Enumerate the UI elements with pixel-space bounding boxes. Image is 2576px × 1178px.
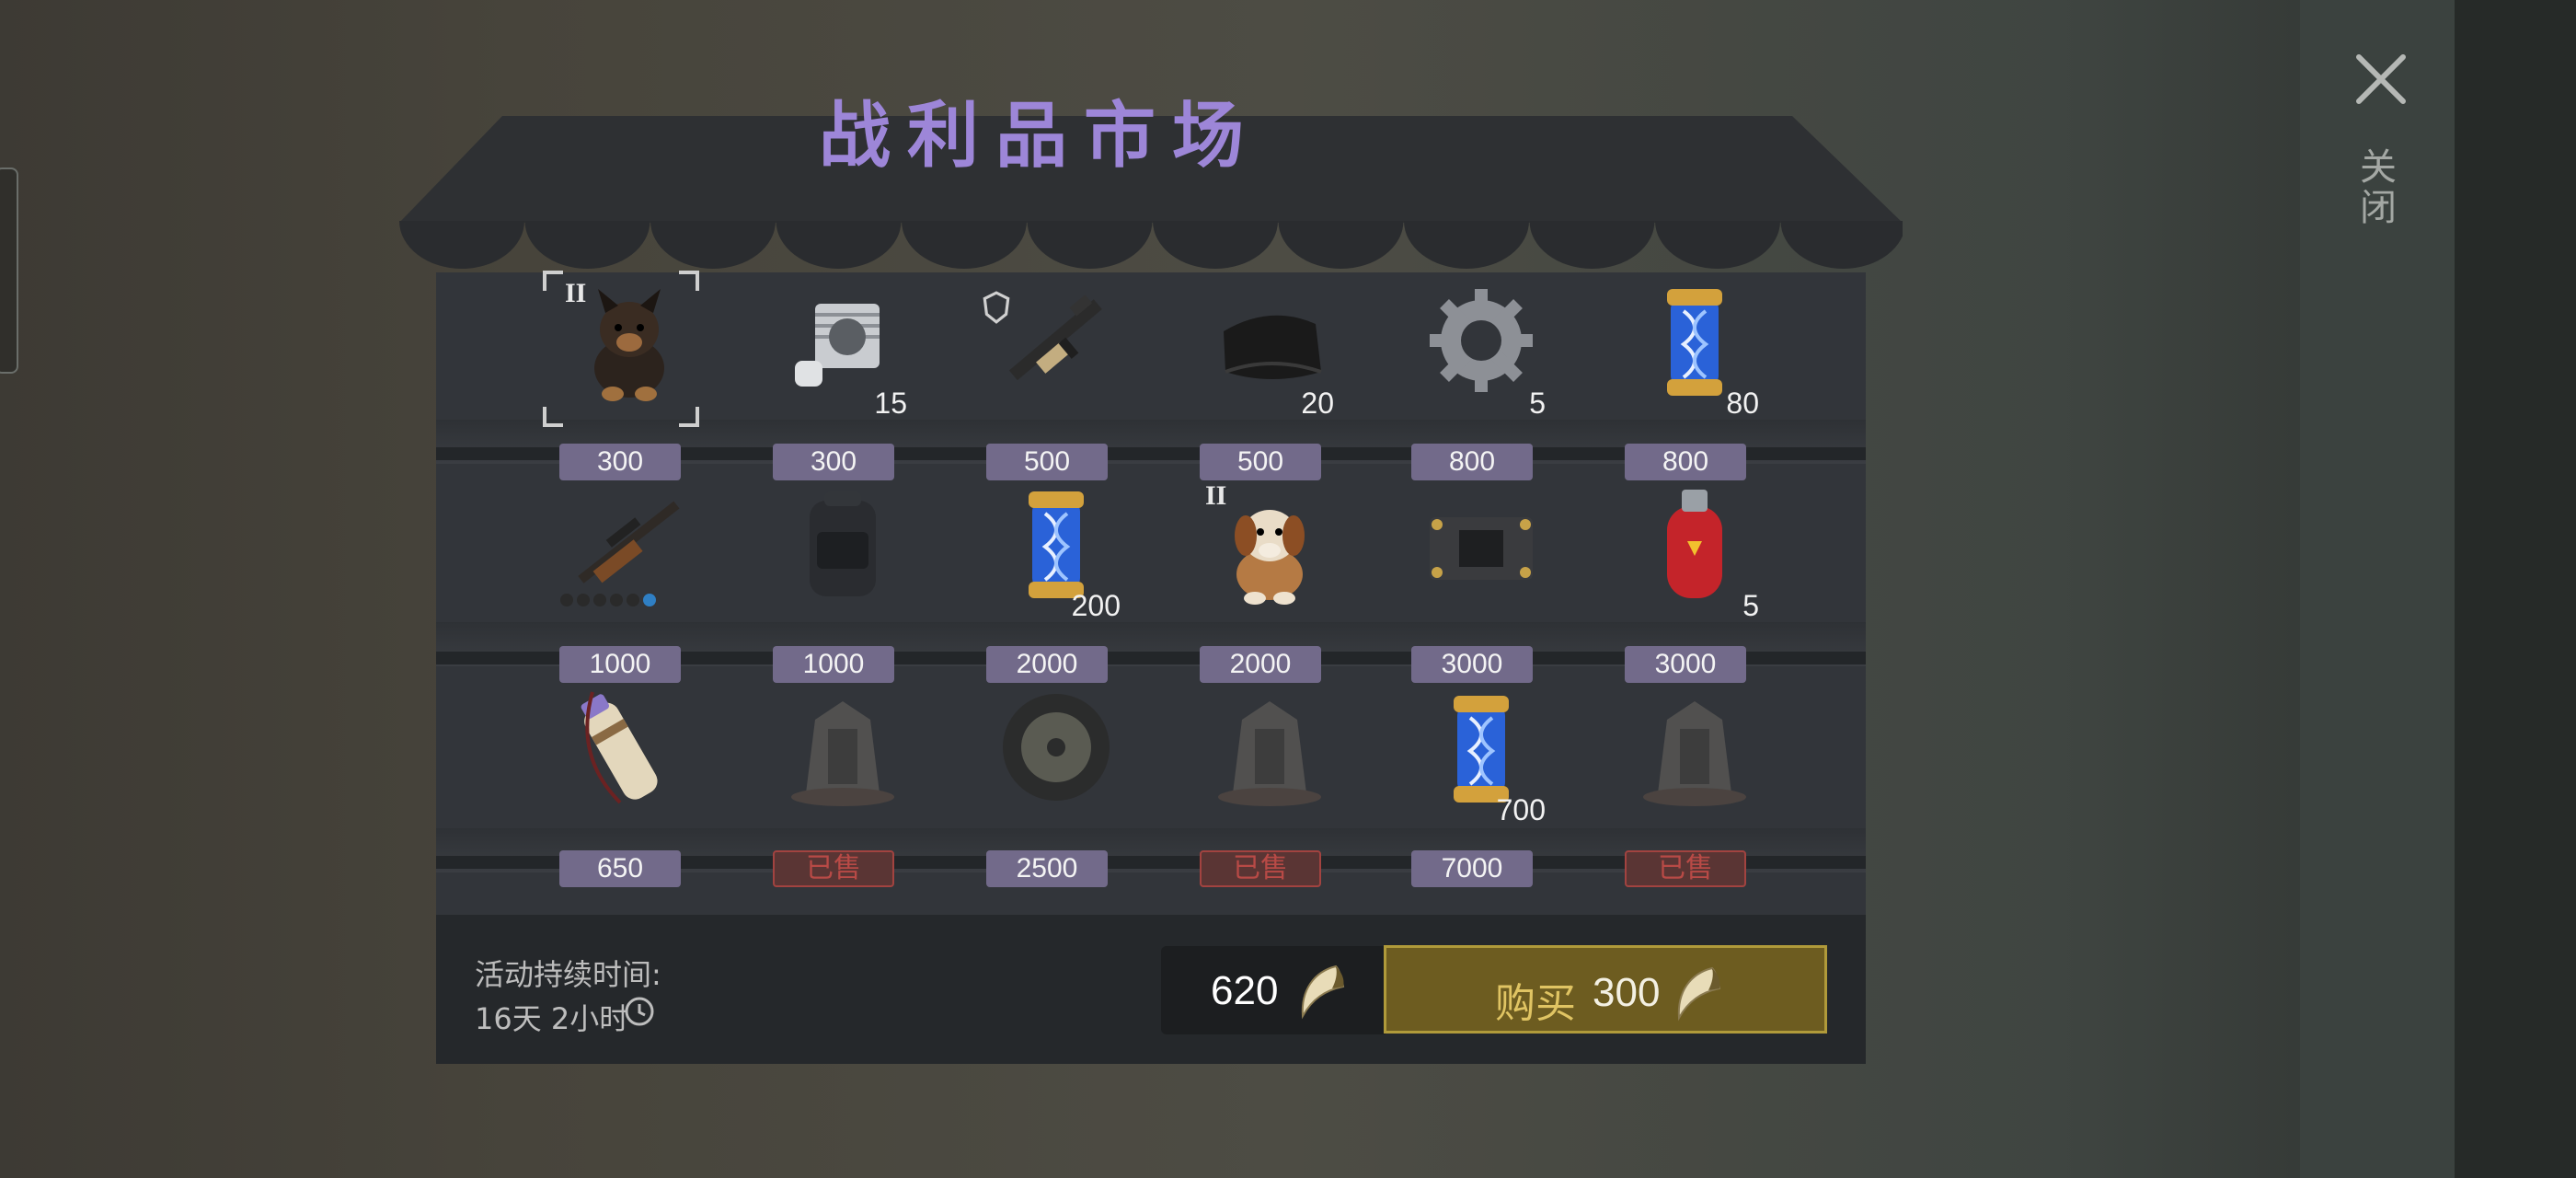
ruined-machine-icon [1218, 701, 1321, 806]
quantity-label: 5 [1529, 387, 1546, 420]
market-item[interactable]: 20 500 [1168, 276, 1352, 480]
sold-tag[interactable]: 已售 [773, 850, 894, 887]
duration-label: 活动持续时间: [475, 957, 661, 992]
market-item[interactable]: 5 800 [1380, 276, 1564, 480]
quantity-label: 20 [1301, 387, 1334, 420]
price-tag[interactable]: 1000 [773, 646, 894, 683]
assault-rifle-icon [1008, 294, 1102, 381]
price-tag[interactable]: 3000 [1411, 646, 1533, 683]
awning-scallop [1780, 221, 1903, 269]
currency-balance: 620 [1161, 946, 1386, 1034]
quantity-label: 15 [874, 387, 907, 420]
fabric-icon [1224, 315, 1322, 379]
price-tag[interactable]: 2000 [1200, 646, 1321, 683]
price-tag[interactable]: 650 [559, 850, 681, 887]
market-item[interactable]: 2500 [955, 683, 1139, 887]
side-edge [2455, 0, 2576, 1178]
buy-label: 购买 [1495, 980, 1576, 1027]
awning-scallop [1027, 221, 1153, 269]
market-item[interactable]: 15 300 [742, 276, 926, 480]
quantity-label: 5 [1742, 589, 1759, 622]
price-tag[interactable]: 800 [1625, 444, 1746, 480]
backpack-icon [810, 491, 876, 596]
price-tag[interactable]: 2500 [986, 850, 1108, 887]
balance-value: 620 [1211, 968, 1279, 1013]
price-tag[interactable]: 300 [559, 444, 681, 480]
market-item[interactable]: 700 7000 [1380, 683, 1564, 887]
price-tag[interactable]: 500 [986, 444, 1108, 480]
price-tag[interactable]: 300 [773, 444, 894, 480]
dna-capsule-icon [1454, 696, 1509, 803]
market-item[interactable]: II 2000 [1168, 479, 1352, 683]
market-item[interactable]: 5 3000 [1593, 479, 1777, 683]
duration-value: 16天 2小时 [475, 1001, 629, 1036]
page-title: 战利品市场 [818, 95, 1260, 178]
awning-scallop [1153, 221, 1278, 269]
dna-capsule-icon [1029, 491, 1084, 598]
market-item[interactable]: 已售 [1168, 683, 1352, 887]
awning-scallop [650, 221, 776, 269]
market-item[interactable]: 已售 [742, 683, 926, 887]
sold-tag[interactable]: 已售 [1200, 850, 1321, 887]
market-item[interactable]: 500 [955, 276, 1139, 480]
fang-currency-icon [1301, 964, 1345, 1020]
gear-icon [1430, 289, 1533, 392]
market-item[interactable]: II 300 [528, 271, 712, 480]
quantity-label: 200 [1071, 589, 1121, 622]
ruined-machine-icon [1643, 701, 1746, 806]
gas-cylinder-icon [1667, 490, 1722, 598]
tier-label: II [1205, 480, 1227, 511]
buy-button[interactable]: 购买 300 [1384, 945, 1827, 1034]
level-dots-icon [560, 594, 656, 606]
awning-scallop [524, 221, 650, 269]
ruined-machine-icon [791, 701, 894, 806]
quantity-label: 80 [1726, 387, 1759, 420]
awning-scallop [1529, 221, 1655, 269]
awning-scallop [776, 221, 902, 269]
market-item[interactable]: 已售 [1593, 683, 1777, 887]
awning-scallop [902, 221, 1027, 269]
market-item[interactable]: 650 [528, 683, 712, 887]
price-tag[interactable]: 1000 [559, 646, 681, 683]
clock-icon [625, 997, 654, 1026]
scroll-case-icon [581, 691, 658, 804]
price-tag[interactable]: 2000 [986, 646, 1108, 683]
market-item[interactable]: 80 800 [1593, 276, 1777, 480]
price-tag[interactable]: 800 [1411, 444, 1533, 480]
price-tag[interactable]: 500 [1200, 444, 1321, 480]
shield-badge-icon [983, 291, 1010, 324]
awning-scallop [1655, 221, 1780, 269]
price-tag[interactable]: 7000 [1411, 850, 1533, 887]
market-item[interactable]: 1000 [528, 479, 712, 683]
left-edge-tab[interactable] [0, 167, 18, 374]
buy-price: 300 [1593, 970, 1661, 1015]
engine-cylinder-icon [795, 304, 880, 387]
sniper-rifle-icon [578, 501, 680, 583]
market-item[interactable]: 1000 [742, 479, 926, 683]
awning-scallop [1278, 221, 1404, 269]
awning-scallop [399, 221, 524, 269]
sold-tag[interactable]: 已售 [1625, 850, 1746, 887]
close-icon[interactable] [2353, 52, 2409, 107]
wheel-icon [1003, 694, 1110, 801]
circuit-board-icon [1430, 517, 1533, 580]
market-item[interactable]: 3000 [1380, 479, 1564, 683]
quantity-label: 700 [1496, 793, 1546, 826]
awning-scallop [1404, 221, 1529, 269]
market-item[interactable]: 200 2000 [955, 479, 1139, 683]
price-tag[interactable]: 3000 [1625, 646, 1746, 683]
close-label[interactable]: 关闭 [2353, 147, 2401, 228]
dna-capsule-icon [1667, 289, 1722, 396]
fang-currency-icon [1677, 966, 1721, 1022]
tier-label: II [565, 278, 587, 308]
